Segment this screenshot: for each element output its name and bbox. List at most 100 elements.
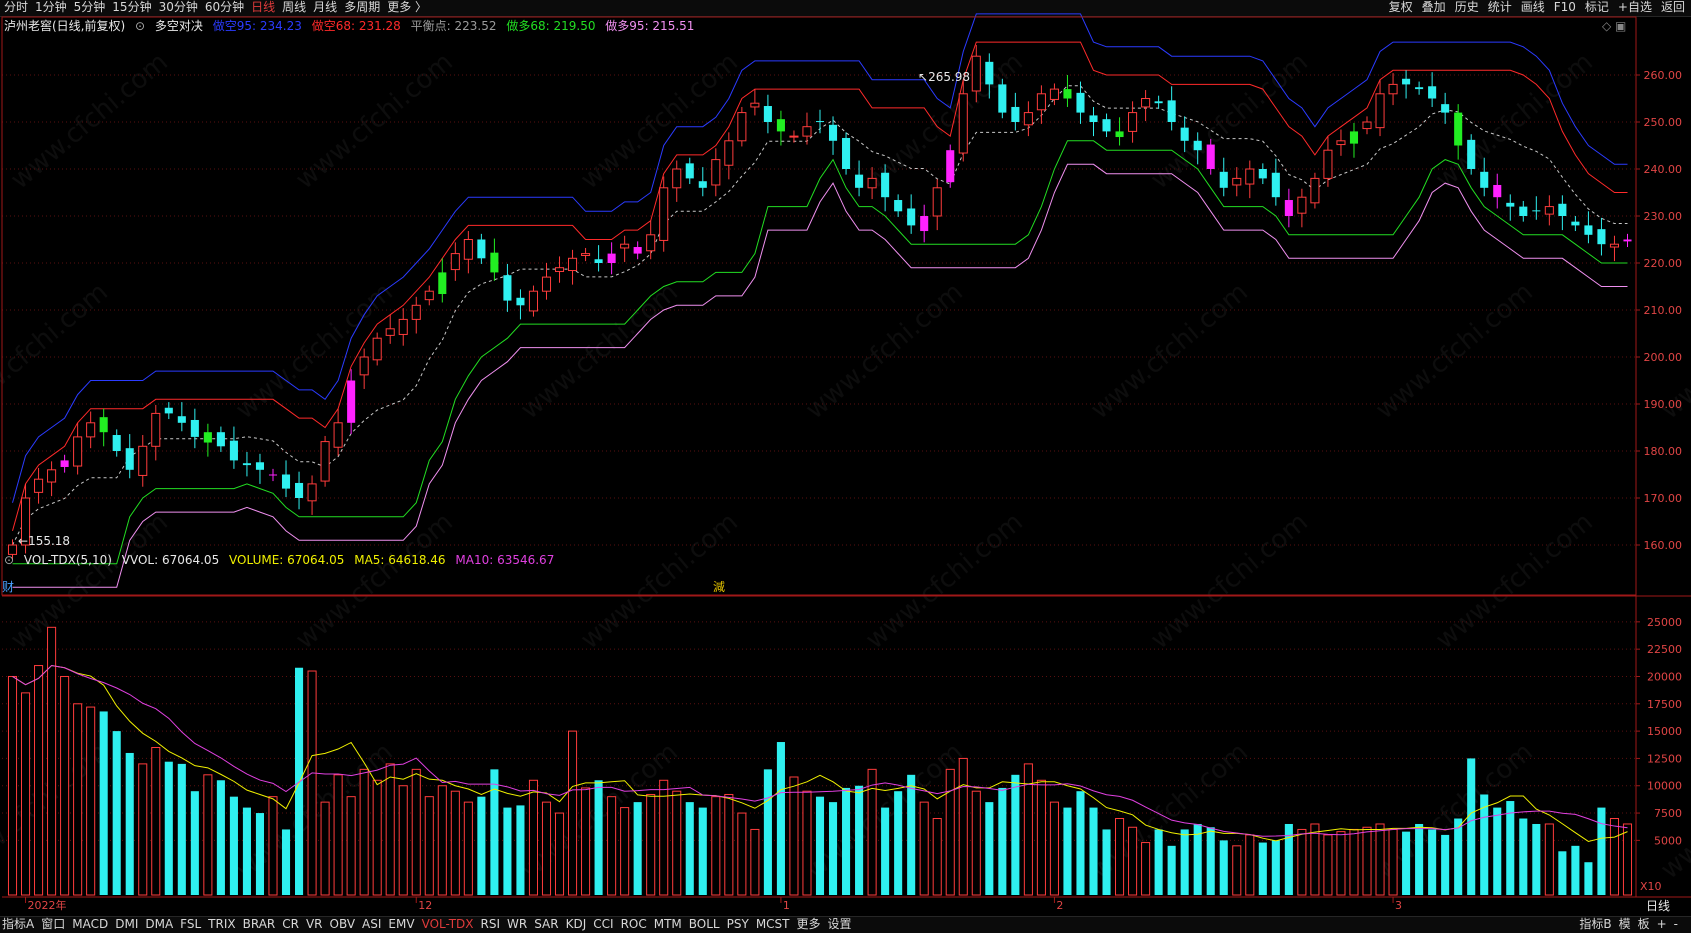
indicator-tab-8[interactable]: CR bbox=[282, 917, 299, 932]
candle-body bbox=[907, 208, 916, 226]
pivot-value: 平衡点: 223.52 bbox=[410, 19, 497, 33]
window-controls[interactable]: ◇ ▣ bbox=[1602, 19, 1626, 33]
candle-body bbox=[1532, 210, 1541, 212]
candle-body bbox=[528, 290, 539, 312]
indicator-tab-list: 指标A 窗口 MACD DMI DMA FSL TRIX BRAR CR VR OBV ASI EMV V… bbox=[2, 917, 859, 932]
indicator-tab-10[interactable]: OBV bbox=[330, 917, 356, 932]
event-marker[interactable]: 減 bbox=[713, 580, 725, 594]
candle-body bbox=[177, 416, 186, 423]
candle-body bbox=[1011, 106, 1020, 122]
volume-bar bbox=[1362, 826, 1372, 896]
indicator-name[interactable]: 多空对决 bbox=[155, 19, 203, 33]
vol-tick-label: 22500 bbox=[1647, 643, 1682, 656]
volume-bar bbox=[607, 796, 617, 896]
candle-body bbox=[411, 304, 421, 320]
price-tick-label: 240.00 bbox=[1644, 163, 1683, 176]
indicator-tab-19[interactable]: ROC bbox=[621, 917, 647, 932]
volume-bar bbox=[750, 828, 760, 896]
indicator-tab-0[interactable]: 指标A bbox=[2, 917, 34, 932]
vol-toggle-icon[interactable]: ⊙ bbox=[4, 553, 14, 567]
candle-body bbox=[607, 253, 616, 263]
volume-bar bbox=[1036, 779, 1046, 896]
candle-body bbox=[112, 435, 121, 451]
volume-bar bbox=[307, 670, 317, 896]
volume-bar bbox=[333, 774, 343, 896]
finance-marker[interactable]: 财 bbox=[2, 580, 14, 594]
x-tick-label: 1 bbox=[783, 899, 790, 912]
indicator-b-button[interactable]: 指标B bbox=[1579, 917, 1611, 932]
indicator-tab-20[interactable]: MTM bbox=[654, 917, 682, 932]
indicator-tab-2[interactable]: MACD bbox=[72, 917, 108, 932]
candle-body bbox=[1388, 83, 1398, 95]
volume-bar bbox=[855, 785, 864, 895]
candle-body bbox=[320, 441, 330, 482]
indicator-tab-11[interactable]: ASI bbox=[362, 917, 381, 932]
volume-bar bbox=[1441, 834, 1450, 895]
volume-bar bbox=[985, 802, 994, 895]
high-annotation: ↖265.98 bbox=[918, 70, 971, 84]
x-tick-label: 12 bbox=[418, 899, 432, 912]
candle-body bbox=[1128, 112, 1138, 132]
indicator-tab-25[interactable]: 设置 bbox=[828, 917, 852, 932]
candle-body bbox=[295, 482, 304, 498]
candle-body bbox=[1089, 115, 1098, 122]
candle-body bbox=[1454, 112, 1463, 146]
candle-body bbox=[1441, 104, 1450, 113]
x-unit-label: X10 bbox=[1640, 880, 1662, 893]
watermark-layer: www.cfchi.com www.cfchi.com www.cfchi.com w… bbox=[0, 47, 1691, 885]
indicator-tab-1[interactable]: 窗口 bbox=[41, 917, 65, 932]
template-button[interactable]: 模 bbox=[1619, 917, 1631, 932]
candle-body bbox=[1297, 196, 1307, 214]
candle-body bbox=[1519, 206, 1528, 216]
chart-canvas[interactable]: www.cfchi.com www.cfchi.com www.cfchi.com w… bbox=[0, 0, 1691, 932]
indicator-tab-22[interactable]: PSY bbox=[727, 917, 749, 932]
zoom-out-button[interactable]: - bbox=[1674, 917, 1678, 932]
candle-body bbox=[554, 267, 565, 272]
indicator-tab-18[interactable]: CCI bbox=[593, 917, 613, 932]
indicator-tab-21[interactable]: BOLL bbox=[689, 917, 720, 932]
candle-body bbox=[763, 106, 772, 122]
indicator-tab-13[interactable]: VOL-TDX bbox=[422, 917, 474, 932]
vol-name[interactable]: VOL-TDX(5,10) bbox=[24, 553, 112, 567]
candle-body bbox=[138, 445, 148, 476]
long68-value: 做多68: 219.50 bbox=[506, 19, 596, 33]
volume-bar bbox=[1089, 807, 1098, 895]
indicator-tab-17[interactable]: KDJ bbox=[566, 917, 587, 932]
indicator-tab-5[interactable]: FSL bbox=[180, 917, 201, 932]
x-tick-label: 2 bbox=[1056, 899, 1063, 912]
indicator-tab-23[interactable]: MCST bbox=[756, 917, 790, 932]
zoom-in-button[interactable]: + bbox=[1657, 917, 1667, 932]
indicator-tab-9[interactable]: VR bbox=[306, 917, 323, 932]
indicator-tab-12[interactable]: EMV bbox=[388, 917, 414, 932]
price-tick-label: 170.00 bbox=[1644, 492, 1683, 505]
panel-button[interactable]: 板 bbox=[1638, 917, 1650, 932]
indicator-tab-16[interactable]: SAR bbox=[534, 917, 558, 932]
indicator-tab-3[interactable]: DMI bbox=[115, 917, 138, 932]
indicator-toggle-icon[interactable]: ⊙ bbox=[135, 19, 145, 33]
indicator-tab-4[interactable]: DMA bbox=[145, 917, 173, 932]
candle-body bbox=[633, 247, 642, 254]
candle-body bbox=[842, 137, 851, 169]
volume-bar bbox=[1063, 807, 1072, 895]
volume-bar bbox=[125, 752, 134, 895]
indicator-tabs: 指标A 窗口 MACD DMI DMA FSL TRIX BRAR CR VR OBV ASI EMV V… bbox=[0, 916, 1691, 933]
volume-bar bbox=[919, 801, 929, 896]
volume-bar bbox=[437, 785, 447, 896]
indicator-tab-15[interactable]: WR bbox=[507, 917, 527, 932]
volume-bar bbox=[203, 774, 213, 896]
indicator-tab-24[interactable]: 更多 bbox=[797, 917, 821, 932]
volume-bar bbox=[568, 730, 578, 896]
short68-value: 做空68: 231.28 bbox=[311, 19, 401, 33]
indicator-tab-7[interactable]: BRAR bbox=[243, 917, 276, 932]
candle-body bbox=[73, 436, 83, 467]
candle-body bbox=[1076, 92, 1085, 113]
ma5-value: MA5: 64618.46 bbox=[354, 553, 446, 567]
indicator-tab-14[interactable]: RSI bbox=[481, 917, 501, 932]
candle-body bbox=[711, 159, 721, 186]
volume-bar bbox=[359, 768, 369, 896]
candle-body bbox=[229, 440, 238, 461]
candle-body bbox=[424, 290, 434, 301]
candle-body bbox=[268, 474, 278, 476]
indicator-tab-6[interactable]: TRIX bbox=[208, 917, 235, 932]
candle-body bbox=[190, 419, 199, 437]
